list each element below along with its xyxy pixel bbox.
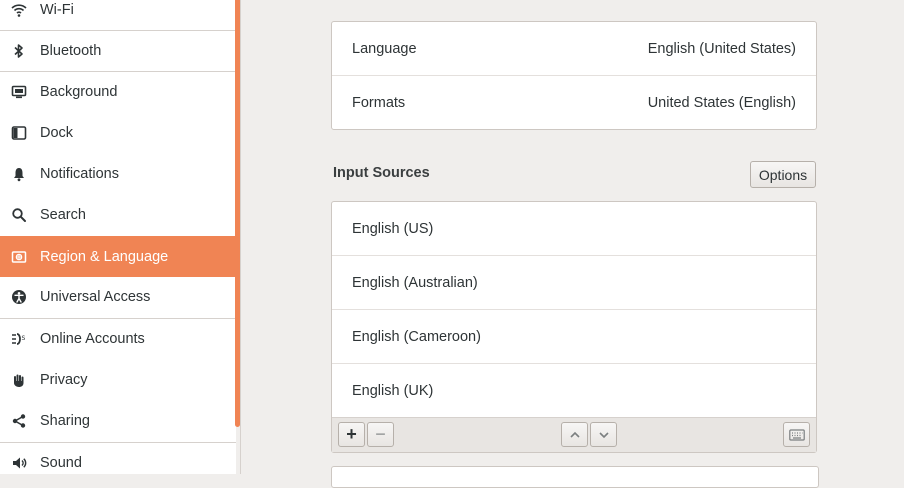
input-sources-card: English (US) English (Australian) Englis…: [331, 201, 817, 453]
chevron-down-icon: [598, 429, 610, 441]
sidebar-item-universal-access[interactable]: Universal Access: [0, 277, 236, 317]
sidebar-item-label: Privacy: [40, 372, 88, 388]
input-source-row[interactable]: English (UK): [332, 364, 816, 418]
region-card: Language English (United States) Formats…: [331, 21, 817, 130]
sidebar-item-sharing[interactable]: Sharing: [0, 401, 236, 441]
bell-icon: [10, 165, 28, 183]
keyboard-layout-button[interactable]: [783, 422, 810, 447]
sidebar-item-background[interactable]: Background: [0, 72, 236, 112]
sidebar-item-online-accounts[interactable]: S Online Accounts: [0, 319, 236, 359]
input-source-label: English (US): [352, 221, 434, 237]
add-input-source-button[interactable]: +: [338, 422, 365, 447]
sidebar-item-search[interactable]: Search: [0, 195, 236, 235]
sidebar-item-notifications[interactable]: Notifications: [0, 154, 236, 194]
flag-icon: [10, 248, 28, 266]
hand-icon: [10, 371, 28, 389]
search-icon: [10, 206, 28, 224]
sidebar-item-label: Online Accounts: [40, 331, 145, 347]
share-icon: [10, 412, 28, 430]
input-source-label: English (Australian): [352, 275, 478, 291]
sidebar-item-label: Region & Language: [40, 248, 169, 265]
formats-value: United States (English): [647, 95, 796, 111]
bluetooth-icon: [10, 42, 28, 60]
input-sources-title: Input Sources: [333, 165, 430, 181]
input-source-row[interactable]: English (Australian): [332, 256, 816, 310]
sidebar-item-bluetooth[interactable]: Bluetooth: [0, 31, 236, 71]
sidebar: Wi-Fi Bluetooth Background Dock Notifica…: [0, 0, 236, 474]
dock-icon: [10, 124, 28, 142]
options-button[interactable]: Options: [750, 161, 816, 188]
sidebar-item-label: Sharing: [40, 413, 90, 429]
language-label: Language: [352, 41, 417, 57]
sidebar-item-sound[interactable]: Sound: [0, 443, 236, 474]
move-up-button[interactable]: [561, 422, 588, 447]
wifi-icon: [10, 1, 28, 19]
sidebar-item-label: Background: [40, 84, 118, 100]
chevron-up-icon: [569, 429, 581, 441]
svg-text:S: S: [22, 335, 26, 342]
formats-row[interactable]: Formats United States (English): [332, 76, 816, 130]
sidebar-item-wifi[interactable]: Wi-Fi: [0, 0, 236, 30]
input-source-row[interactable]: English (Cameroon): [332, 310, 816, 364]
language-row[interactable]: Language English (United States): [332, 22, 816, 76]
language-value: English (United States): [647, 41, 796, 57]
sidebar-edge: [240, 0, 241, 474]
sidebar-item-label: Dock: [40, 125, 74, 141]
sidebar-item-privacy[interactable]: Privacy: [0, 360, 236, 400]
sidebar-item-region-language[interactable]: Region & Language: [0, 236, 236, 277]
sidebar-item-label: Notifications: [40, 166, 119, 182]
sidebar-item-label: Search: [40, 207, 86, 223]
sidebar-item-label: Sound: [40, 455, 82, 471]
formats-label: Formats: [352, 95, 406, 111]
keyboard-icon: [788, 428, 805, 441]
sidebar-item-label: Universal Access: [40, 289, 151, 305]
speaker-icon: [10, 454, 28, 472]
background-icon: [10, 83, 28, 101]
next-settings-card: [331, 466, 819, 488]
sidebar-item-label: Bluetooth: [40, 43, 102, 59]
input-source-label: English (UK): [352, 383, 434, 399]
move-down-button[interactable]: [590, 422, 617, 447]
input-source-row[interactable]: English (US): [332, 202, 816, 256]
accessibility-icon: [10, 288, 28, 306]
input-source-label: English (Cameroon): [352, 329, 481, 345]
sidebar-item-label: Wi-Fi: [40, 2, 74, 18]
remove-input-source-button[interactable]: −: [367, 422, 394, 447]
sidebar-item-dock[interactable]: Dock: [0, 113, 236, 153]
online-accounts-icon: S: [10, 330, 28, 348]
